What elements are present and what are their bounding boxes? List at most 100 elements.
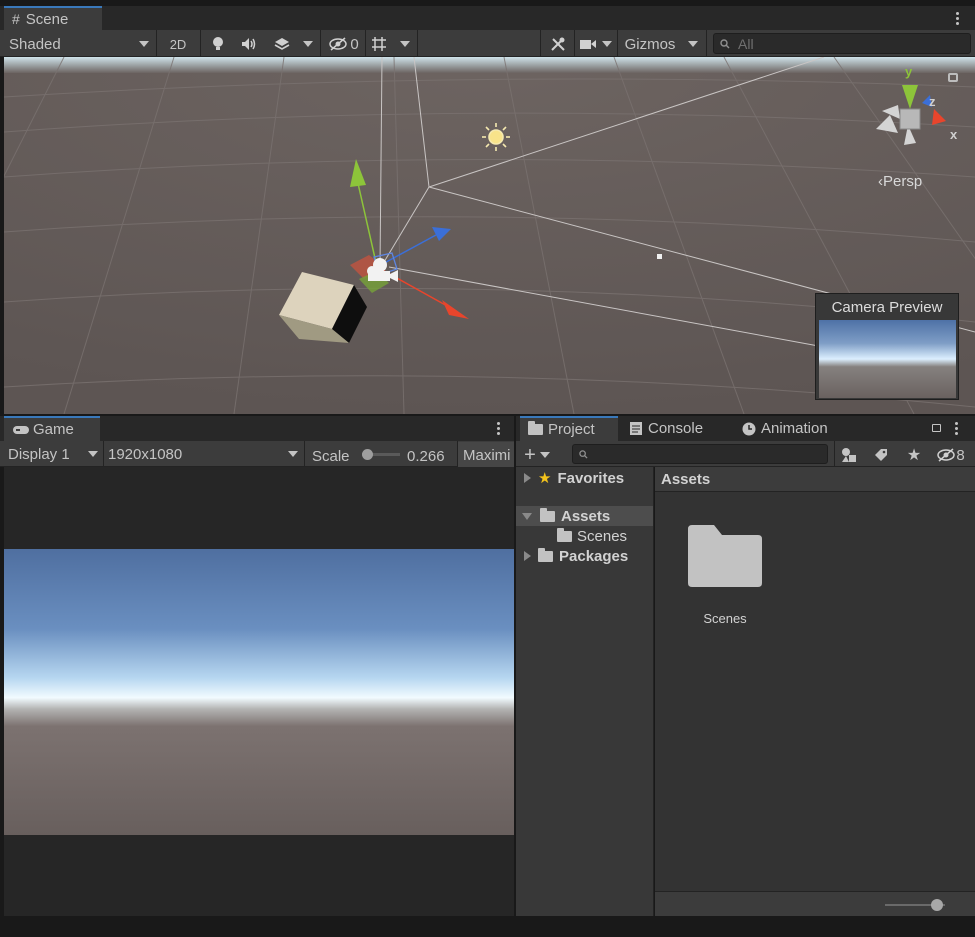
gizmos-button[interactable]: Gizmos [619, 32, 681, 56]
scene-search-placeholder: All [738, 35, 754, 52]
tree-assets[interactable]: Assets [516, 506, 653, 526]
folder-icon [538, 547, 553, 562]
icon-size-slider[interactable] [885, 899, 945, 911]
grid-snap-button[interactable] [367, 32, 391, 56]
hidden-eye-icon [937, 448, 956, 462]
camera-preview-panel: Camera Preview [815, 293, 959, 400]
display-dropdown[interactable]: Display 1 [4, 442, 102, 466]
tab-scene[interactable]: # Scene [4, 6, 102, 30]
axis-label-x: x [950, 127, 958, 142]
grid-snap-dropdown[interactable] [396, 32, 414, 56]
effects-toggle-button[interactable] [268, 32, 296, 56]
lightbulb-icon [213, 37, 223, 50]
scale-slider[interactable] [362, 449, 400, 460]
axis-label-z: z [929, 94, 936, 109]
project-content: Assets Scenes [655, 467, 975, 916]
tab-console[interactable]: Console [622, 416, 730, 441]
tree-scenes-label: Scenes [577, 527, 628, 545]
folder-icon [528, 421, 543, 435]
tools-button[interactable] [544, 32, 572, 56]
project-footer [655, 891, 975, 916]
project-menu-button[interactable] [955, 422, 959, 435]
open-folder-icon [540, 507, 555, 522]
plus-icon: + [524, 443, 536, 466]
search-by-label-button[interactable] [868, 443, 894, 467]
tab-game-label: Game [33, 421, 74, 438]
scene-tab-bar: # Scene [0, 6, 975, 30]
chevron-down-icon [539, 452, 550, 458]
collapse-arrow-icon[interactable] [522, 512, 532, 520]
scene-search-field[interactable]: All [713, 33, 971, 54]
scale-slider-thumb[interactable] [362, 449, 373, 460]
project-visibility-toggle[interactable]: 8 [931, 443, 971, 467]
star-icon: ★ [906, 447, 922, 464]
scene-visibility-toggle[interactable]: 0 [324, 32, 364, 56]
chevron-down-icon [288, 451, 298, 457]
camera-settings-button[interactable] [577, 32, 599, 56]
tab-scene-label: Scene [25, 10, 69, 28]
tab-animation-label: Animation [761, 420, 828, 437]
shading-mode-value: Shaded [9, 35, 61, 53]
tab-project[interactable]: Project [520, 416, 618, 441]
camera-settings-dropdown[interactable] [599, 32, 615, 56]
chevron-down-icon [400, 41, 410, 47]
tree-scenes[interactable]: Scenes [516, 526, 653, 546]
tab-game[interactable]: Game [4, 416, 100, 441]
scale-label: Scale [312, 447, 350, 465]
persp-toggle[interactable]: ‹Persp [878, 173, 922, 190]
game-toolbar: Display 1 1920x1080 Scale 0.266 Maximi [0, 441, 514, 469]
axis-label-y: y [905, 64, 913, 79]
create-asset-button[interactable]: + [520, 443, 554, 467]
speaker-icon [242, 38, 256, 50]
tree-packages[interactable]: Packages [516, 546, 653, 566]
video-camera-icon [580, 40, 596, 49]
lock-icon[interactable] [948, 73, 958, 82]
expand-arrow-icon[interactable] [524, 473, 531, 483]
toggle-2d-button[interactable]: 2D [163, 32, 193, 56]
folder-icon [688, 525, 762, 587]
gizmos-dropdown[interactable] [683, 32, 703, 56]
chevron-down-icon [88, 451, 98, 457]
project-search-field[interactable] [572, 444, 828, 464]
chevron-down-icon [303, 41, 313, 47]
tree-favorites-label: Favorites [557, 469, 625, 487]
scale-value: 0.266 [407, 447, 445, 465]
asset-item[interactable]: Scenes [681, 523, 771, 633]
tab-animation[interactable]: Animation [734, 416, 844, 441]
search-by-type-button[interactable] [836, 443, 862, 467]
lighting-toggle-button[interactable] [204, 32, 232, 56]
grid-snap-icon [372, 37, 386, 51]
icon-size-slider-thumb[interactable] [931, 899, 943, 911]
star-icon: ★ [538, 470, 552, 487]
tag-icon [875, 449, 887, 461]
tree-favorites[interactable]: ★ Favorites [516, 468, 653, 488]
project-tab-bar: Project Console Animation [516, 416, 975, 441]
effects-dropdown[interactable] [298, 32, 318, 56]
asset-item-label: Scenes [703, 611, 747, 626]
scene-menu-button[interactable] [956, 12, 960, 25]
audio-toggle-button[interactable] [235, 32, 263, 56]
maximize-on-play-toggle[interactable]: Maximi [458, 442, 514, 468]
project-toolbar: + ★ 8 [516, 441, 975, 469]
favorites-filter-button[interactable]: ★ [901, 443, 927, 467]
expand-arrow-icon[interactable] [524, 551, 531, 561]
chevron-down-icon [602, 41, 612, 47]
resolution-dropdown[interactable]: 1920x1080 [104, 442, 302, 466]
shading-mode-dropdown[interactable]: Shaded [4, 32, 154, 56]
search-icon [579, 449, 588, 459]
maximize-label: Maximi [463, 446, 511, 464]
project-hidden-count: 8 [956, 446, 965, 464]
scene-toolbar: Shaded 2D 0 Gizmos All [0, 30, 975, 58]
project-lock-icon[interactable] [932, 424, 941, 432]
resolution-value: 1920x1080 [108, 445, 183, 463]
game-viewport[interactable] [4, 467, 514, 916]
layers-icon [274, 38, 290, 50]
camera-preview-image [819, 320, 956, 398]
game-menu-button[interactable] [497, 422, 501, 435]
game-tab-bar: Game [0, 416, 514, 441]
tree-packages-label: Packages [559, 547, 629, 565]
breadcrumb-assets[interactable]: Assets [661, 471, 710, 488]
tab-console-label: Console [648, 420, 704, 437]
display-value: Display 1 [8, 445, 70, 463]
scene-viewport[interactable]: y z x ‹Persp Camera Preview [4, 57, 975, 414]
